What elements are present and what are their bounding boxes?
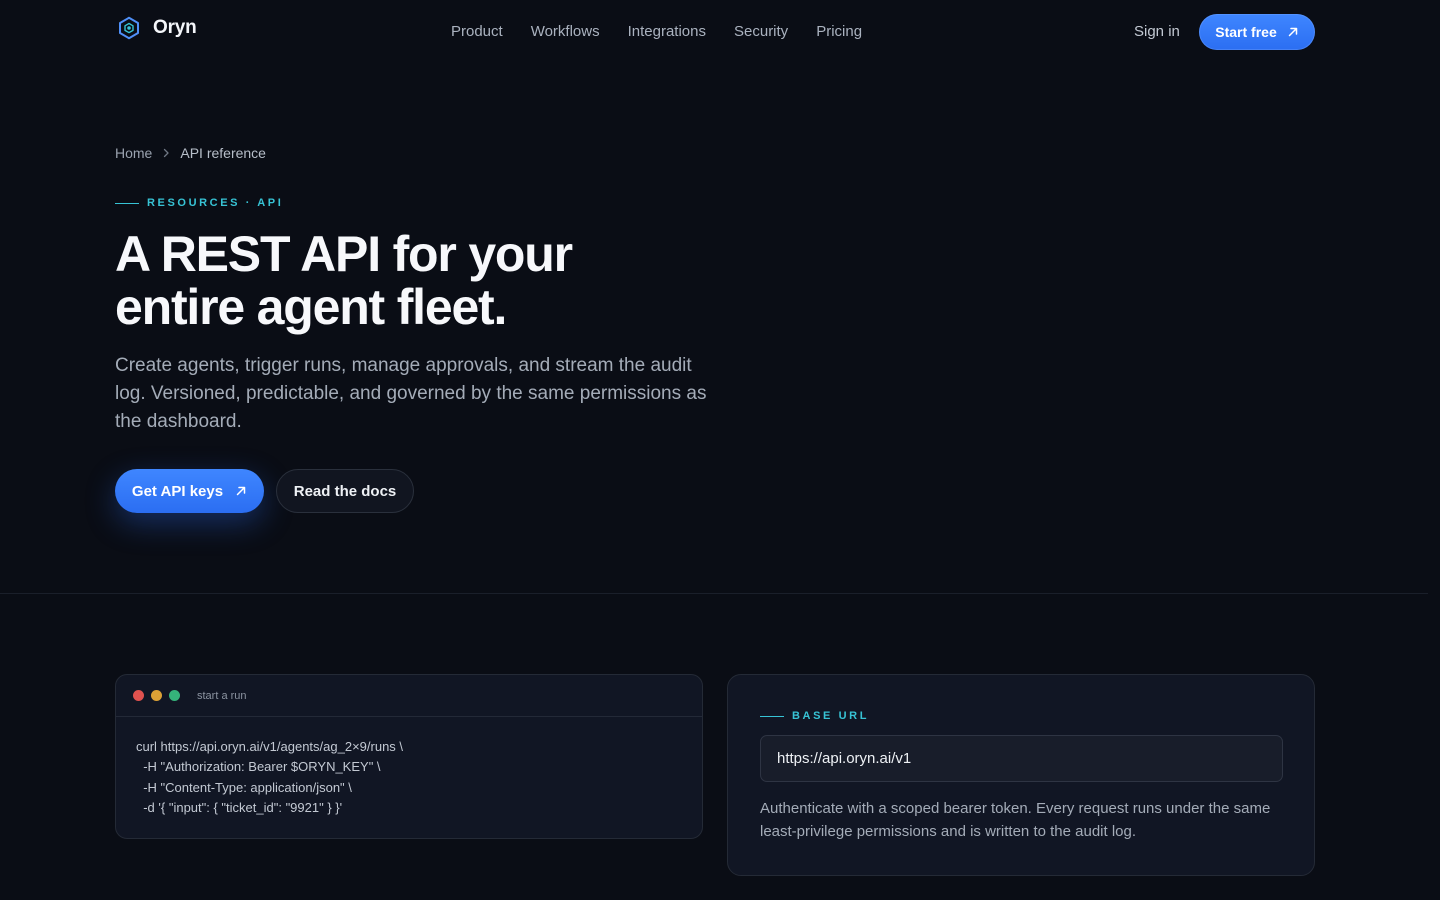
start-free-button[interactable]: Start free bbox=[1199, 14, 1315, 50]
window-dot-red bbox=[133, 690, 144, 701]
code-line: -d '{ "input": { "ticket_id": "9921" } }… bbox=[136, 799, 343, 815]
code-line: curl https://api.oryn.ai/v1/agents/ag_2×… bbox=[136, 739, 404, 754]
main-nav: Product Workflows Integrations Security … bbox=[451, 22, 862, 42]
code-line: -H "Authorization: Bearer $ORYN_KEY" \ bbox=[136, 759, 381, 775]
nav-security[interactable]: Security bbox=[734, 22, 788, 42]
page-title-line-1: A REST API for your bbox=[115, 226, 573, 282]
hero-eyebrow: RESOURCES · API bbox=[115, 197, 283, 209]
breadcrumb: Home API reference bbox=[115, 144, 266, 162]
nav-integrations[interactable]: Integrations bbox=[628, 22, 706, 42]
base-url-description: Authenticate with a scoped bearer token.… bbox=[760, 800, 1271, 840]
get-api-keys-label: Get API keys bbox=[131, 482, 224, 500]
nav-product[interactable]: Product bbox=[451, 22, 503, 42]
nav-workflows[interactable]: Workflows bbox=[531, 22, 600, 42]
hexagon-logo-icon bbox=[119, 16, 139, 40]
arrow-up-right-icon bbox=[236, 486, 246, 496]
code-block[interactable]: curl https://api.oryn.ai/v1/agents/ag_2×… bbox=[116, 717, 702, 818]
nav-pricing[interactable]: Pricing bbox=[816, 22, 862, 42]
get-api-keys-button[interactable]: Get API keys bbox=[115, 469, 264, 513]
arrow-up-right-icon bbox=[1288, 27, 1297, 37]
read-docs-button[interactable]: Read the docs bbox=[276, 469, 414, 513]
start-free-label: Start free bbox=[1215, 24, 1277, 40]
sign-in-link[interactable]: Sign in bbox=[1134, 22, 1180, 42]
page-title-line-2: entire agent fleet. bbox=[115, 279, 507, 335]
base-url-field[interactable] bbox=[760, 735, 1283, 782]
eyebrow-rule bbox=[115, 202, 139, 204]
brand-link[interactable]: Oryn bbox=[117, 16, 197, 40]
window-dot-green bbox=[169, 690, 180, 701]
code-line: -H "Content-Type: application/json" \ bbox=[136, 779, 352, 795]
code-example-card: start a run curl https://api.oryn.ai/v1/… bbox=[115, 674, 703, 839]
base-url-eyebrow-text: BASE URL bbox=[792, 710, 870, 722]
page-title: A REST API for your entire agent fleet. bbox=[115, 228, 675, 334]
base-url-eyebrow: BASE URL bbox=[760, 710, 869, 722]
code-window-title: start a run bbox=[197, 689, 247, 702]
hero-eyebrow-text: RESOURCES · API bbox=[147, 197, 284, 209]
chevron-right-icon bbox=[164, 148, 170, 158]
brand-name: Oryn bbox=[153, 17, 197, 38]
code-window-titlebar: start a run bbox=[116, 675, 702, 717]
eyebrow-rule bbox=[760, 715, 784, 717]
section-divider bbox=[0, 593, 1428, 594]
site-header: Oryn Product Workflows Integrations Secu… bbox=[0, 0, 1440, 64]
base-url-card: BASE URL Authenticate with a scoped bear… bbox=[727, 674, 1315, 876]
read-docs-label: Read the docs bbox=[293, 482, 397, 500]
breadcrumb-home-link[interactable]: Home bbox=[115, 144, 152, 162]
breadcrumb-current: API reference bbox=[180, 145, 266, 161]
hero-description: Create agents, trigger runs, manage appr… bbox=[115, 355, 707, 432]
window-dot-yellow bbox=[151, 690, 162, 701]
